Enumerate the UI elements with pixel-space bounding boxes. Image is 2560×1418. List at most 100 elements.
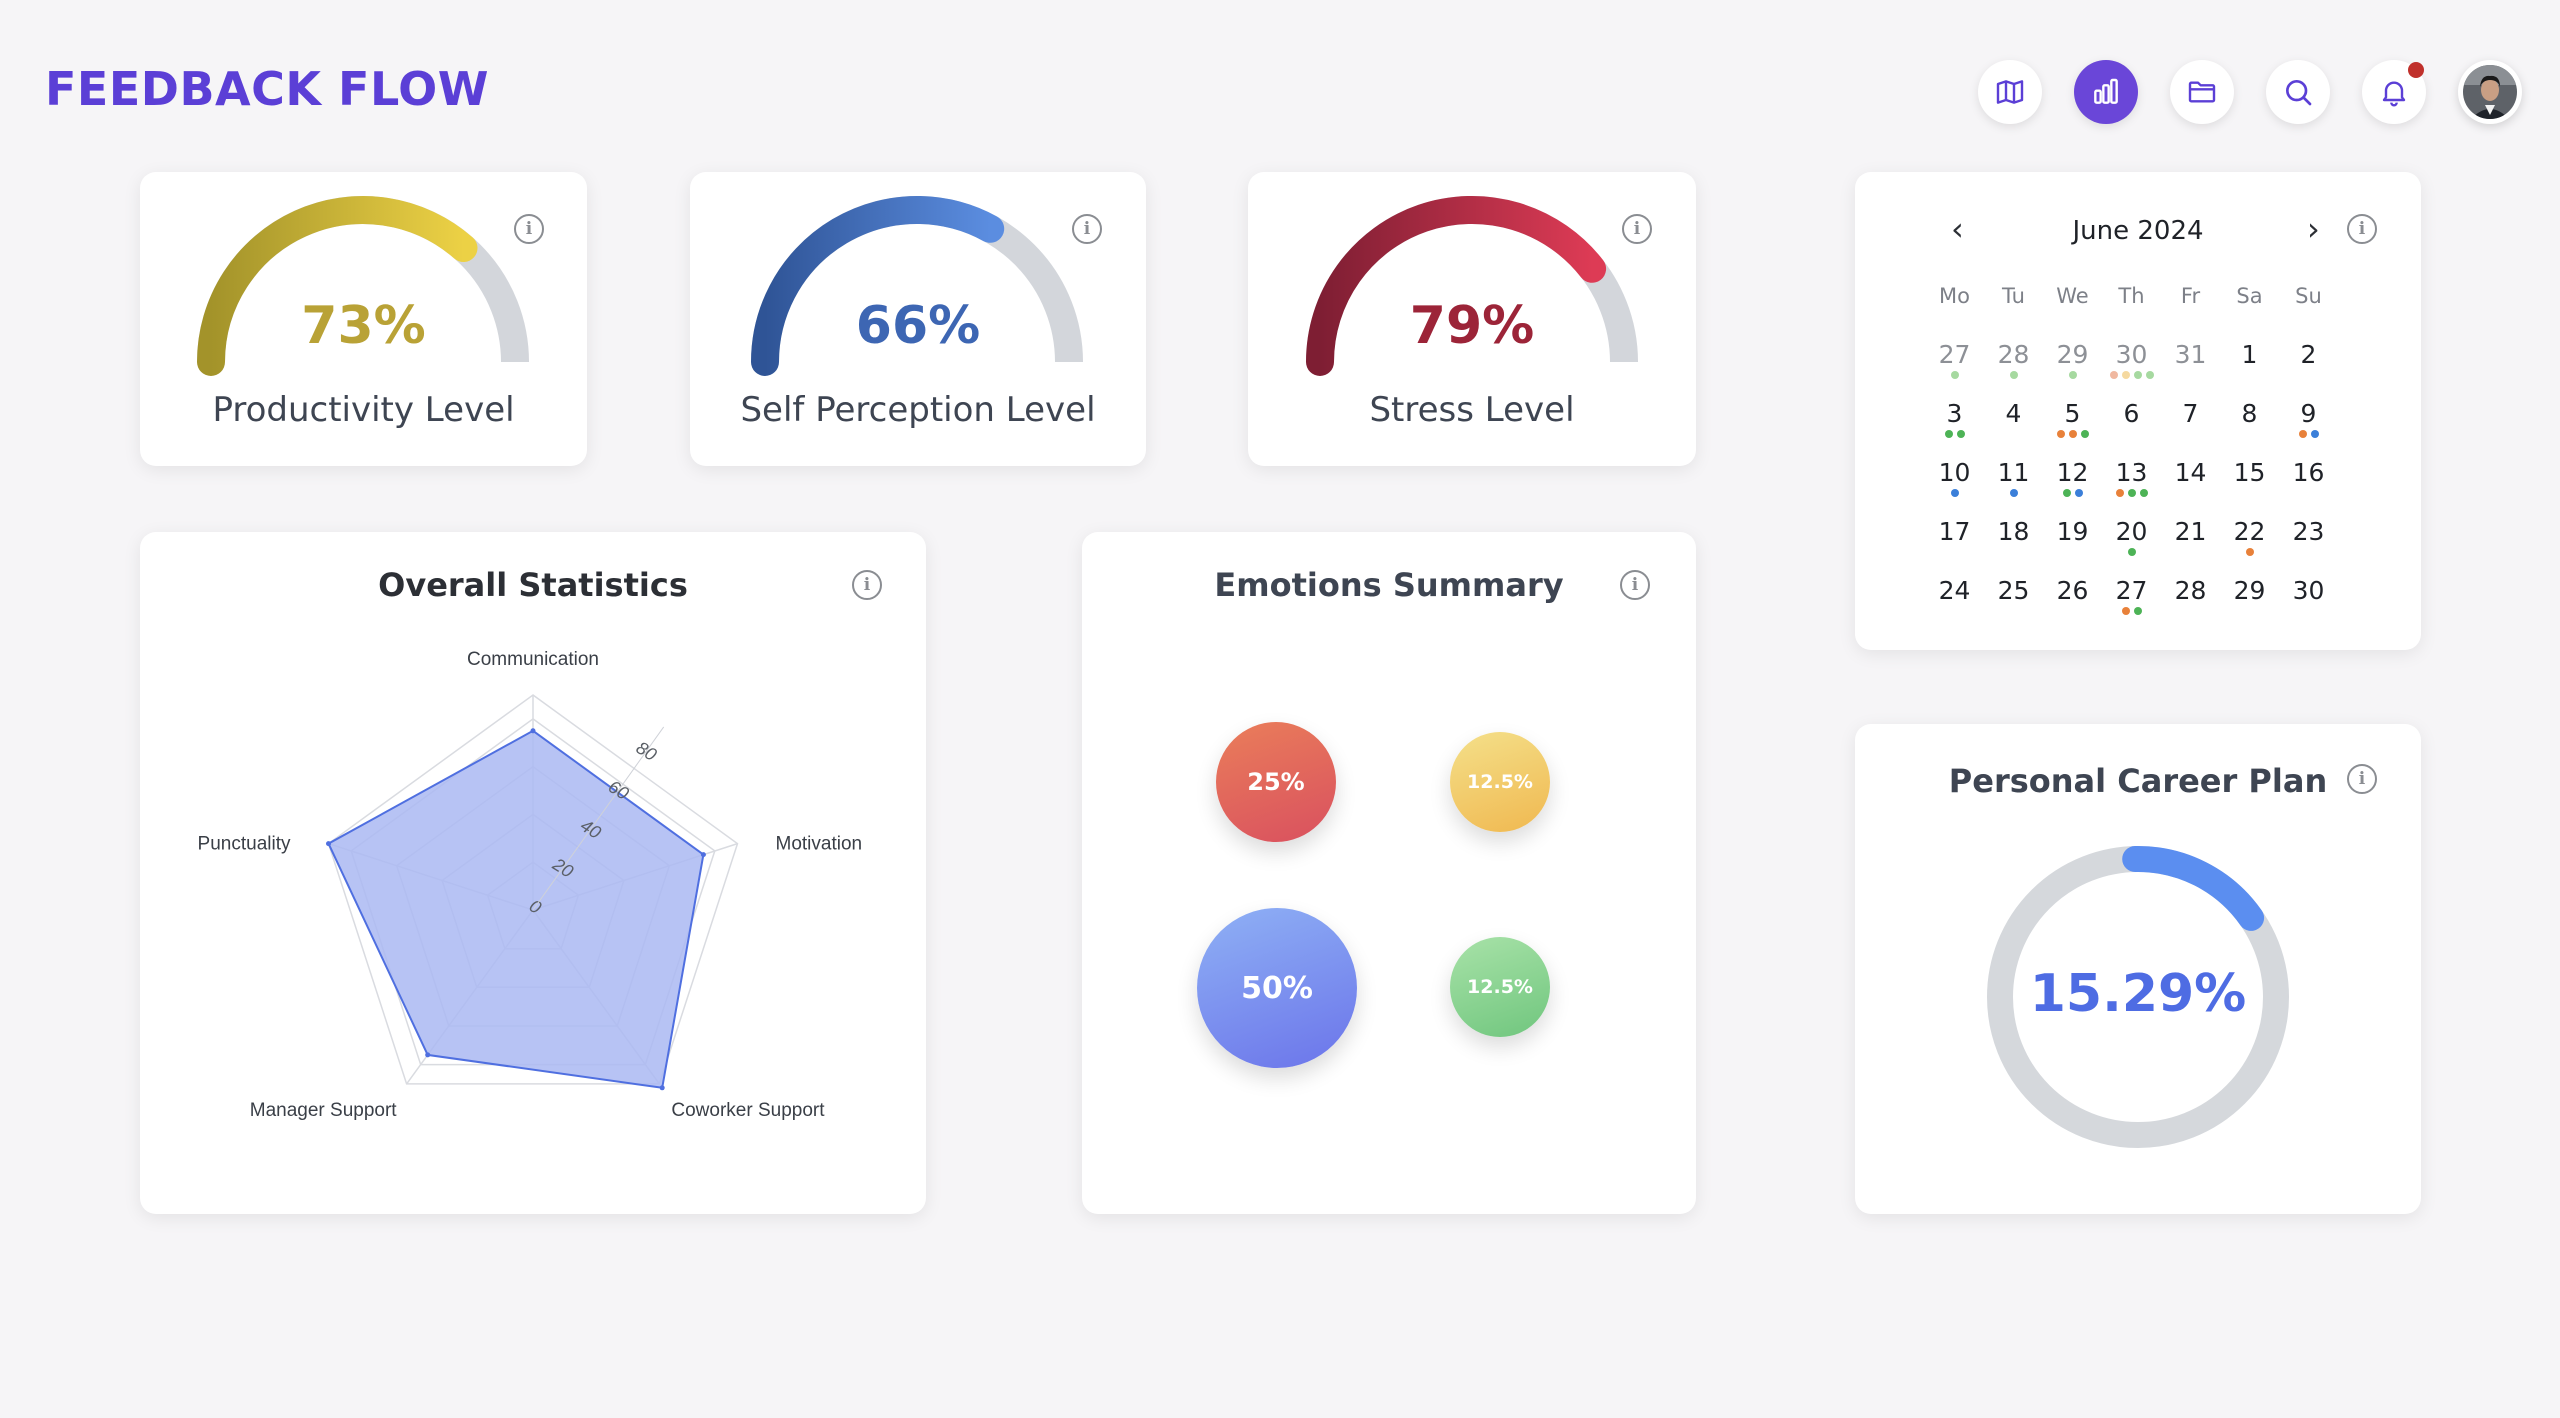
event-dot (2115, 489, 2124, 497)
calendar-week-row: 24 25 26 27 28 29 30 (1925, 576, 2338, 635)
calendar-day[interactable]: 30 (2102, 340, 2161, 399)
bar-chart-icon (2094, 78, 2118, 104)
calendar-day[interactable]: 29 (2043, 340, 2102, 399)
calendar-day-number: 12 (2056, 458, 2089, 487)
calendar-day[interactable]: 22 (2220, 517, 2279, 576)
calendar-day[interactable]: 2 (2279, 340, 2338, 399)
info-icon[interactable]: i (2347, 214, 2377, 244)
search-button[interactable] (2266, 60, 2330, 124)
calendar-day[interactable]: 24 (1925, 576, 1984, 635)
calendar-day[interactable]: 15 (2220, 458, 2279, 517)
event-dot (2009, 489, 2018, 497)
event-dots (2102, 607, 2161, 615)
calendar-day[interactable]: 26 (2043, 576, 2102, 635)
emotion-bubble[interactable]: 25% (1216, 722, 1336, 842)
calendar-card: ‹ June 2024 › i Mo Tu We Th Fr Sa Su 27 28 29 30 31… (1855, 172, 2421, 650)
calendar-day-number: 16 (2292, 458, 2325, 487)
calendar-day[interactable]: 21 (2161, 517, 2220, 576)
progress-fill (2122, 845, 2265, 931)
calendar-day[interactable]: 13 (2102, 458, 2161, 517)
info-icon[interactable]: i (1622, 214, 1652, 244)
statistics-button[interactable] (2074, 60, 2138, 124)
emotion-bubble[interactable]: 50% (1197, 908, 1357, 1068)
event-dot (2139, 489, 2148, 497)
event-dots (2102, 489, 2161, 497)
calendar-day-number: 27 (2115, 576, 2148, 605)
next-month-button[interactable]: › (2307, 210, 2320, 248)
calendar-day[interactable]: 27 (2102, 576, 2161, 635)
info-icon[interactable]: i (514, 214, 544, 244)
calendar-day-number: 6 (2123, 399, 2140, 428)
calendar-day[interactable]: 28 (1984, 340, 2043, 399)
calendar-day[interactable]: 30 (2279, 576, 2338, 635)
radar-data-point (326, 841, 331, 847)
event-dot (2245, 548, 2254, 556)
gauge-value: 79% (1409, 296, 1535, 356)
calendar-day[interactable]: 12 (2043, 458, 2102, 517)
map-button[interactable] (1978, 60, 2042, 124)
calendar-day[interactable]: 19 (2043, 517, 2102, 576)
calendar-day[interactable]: 5 (2043, 399, 2102, 458)
event-dots (1925, 371, 1984, 379)
calendar-day[interactable]: 23 (2279, 517, 2338, 576)
calendar-day[interactable]: 8 (2220, 399, 2279, 458)
weekday-label: We (2056, 284, 2089, 308)
event-dots (1984, 371, 2043, 379)
event-dot (2133, 371, 2142, 379)
gauge-label: Self Perception Level (740, 390, 1096, 430)
calendar-day-number: 26 (2056, 576, 2089, 605)
weekday-label: Su (2295, 284, 2322, 308)
emotion-bubble-label: 12.5% (1467, 771, 1533, 793)
event-dots (2102, 371, 2161, 379)
avatar (2463, 65, 2517, 119)
calendar-day-number: 7 (2182, 399, 2199, 428)
gauge-label: Stress Level (1369, 390, 1575, 430)
top-navigation (1978, 60, 2522, 124)
info-icon[interactable]: i (1072, 214, 1102, 244)
folder-button[interactable] (2170, 60, 2234, 124)
calendar-month: June 2024 (2072, 216, 2204, 246)
event-dot (1944, 430, 1953, 438)
calendar-day[interactable]: 18 (1984, 517, 2043, 576)
notifications-button[interactable] (2362, 60, 2426, 124)
calendar-day[interactable]: 1 (2220, 340, 2279, 399)
calendar-day[interactable]: 31 (2161, 340, 2220, 399)
emotion-bubble[interactable]: 12.5% (1450, 937, 1550, 1037)
calendar-day[interactable]: 10 (1925, 458, 1984, 517)
event-dot (2145, 371, 2154, 379)
card-title: Emotions Summary (1214, 566, 1564, 604)
calendar-day[interactable]: 11 (1984, 458, 2043, 517)
calendar-day-number: 9 (2300, 399, 2317, 428)
user-avatar-button[interactable] (2458, 60, 2522, 124)
calendar-day-number: 17 (1938, 517, 1971, 546)
calendar-day[interactable]: 7 (2161, 399, 2220, 458)
calendar-day[interactable]: 17 (1925, 517, 1984, 576)
search-icon (2286, 80, 2312, 106)
calendar-day[interactable]: 9 (2279, 399, 2338, 458)
emotions-summary-card: Emotions Summary i 25% 12.5% 50% 12.5% (1082, 532, 1696, 1214)
event-dots (2220, 548, 2279, 556)
calendar-day[interactable]: 14 (2161, 458, 2220, 517)
calendar-day-number: 13 (2115, 458, 2148, 487)
calendar-day[interactable]: 6 (2102, 399, 2161, 458)
calendar-day[interactable]: 28 (2161, 576, 2220, 635)
calendar-day-number: 15 (2233, 458, 2266, 487)
info-icon[interactable]: i (1620, 570, 1650, 600)
calendar-day[interactable]: 4 (1984, 399, 2043, 458)
calendar-day-number: 27 (1938, 340, 1971, 369)
calendar-day[interactable]: 25 (1984, 576, 2043, 635)
career-plan-card: Personal Career Plan i 15.29% (1855, 724, 2421, 1214)
calendar-day[interactable]: 3 (1925, 399, 1984, 458)
calendar-day[interactable]: 16 (2279, 458, 2338, 517)
radar-data-point (425, 1052, 431, 1058)
calendar-day[interactable]: 29 (2220, 576, 2279, 635)
emotion-bubble[interactable]: 12.5% (1450, 732, 1550, 832)
calendar-day[interactable]: 20 (2102, 517, 2161, 576)
weekday-label: Sa (2236, 284, 2263, 308)
gauge-label: Productivity Level (212, 390, 515, 430)
calendar-day[interactable]: 27 (1925, 340, 1984, 399)
gauge-value: 66% (855, 296, 981, 356)
calendar-day-number: 5 (2064, 399, 2081, 428)
calendar-day-number: 30 (2115, 340, 2148, 369)
event-dot (1950, 489, 1959, 497)
